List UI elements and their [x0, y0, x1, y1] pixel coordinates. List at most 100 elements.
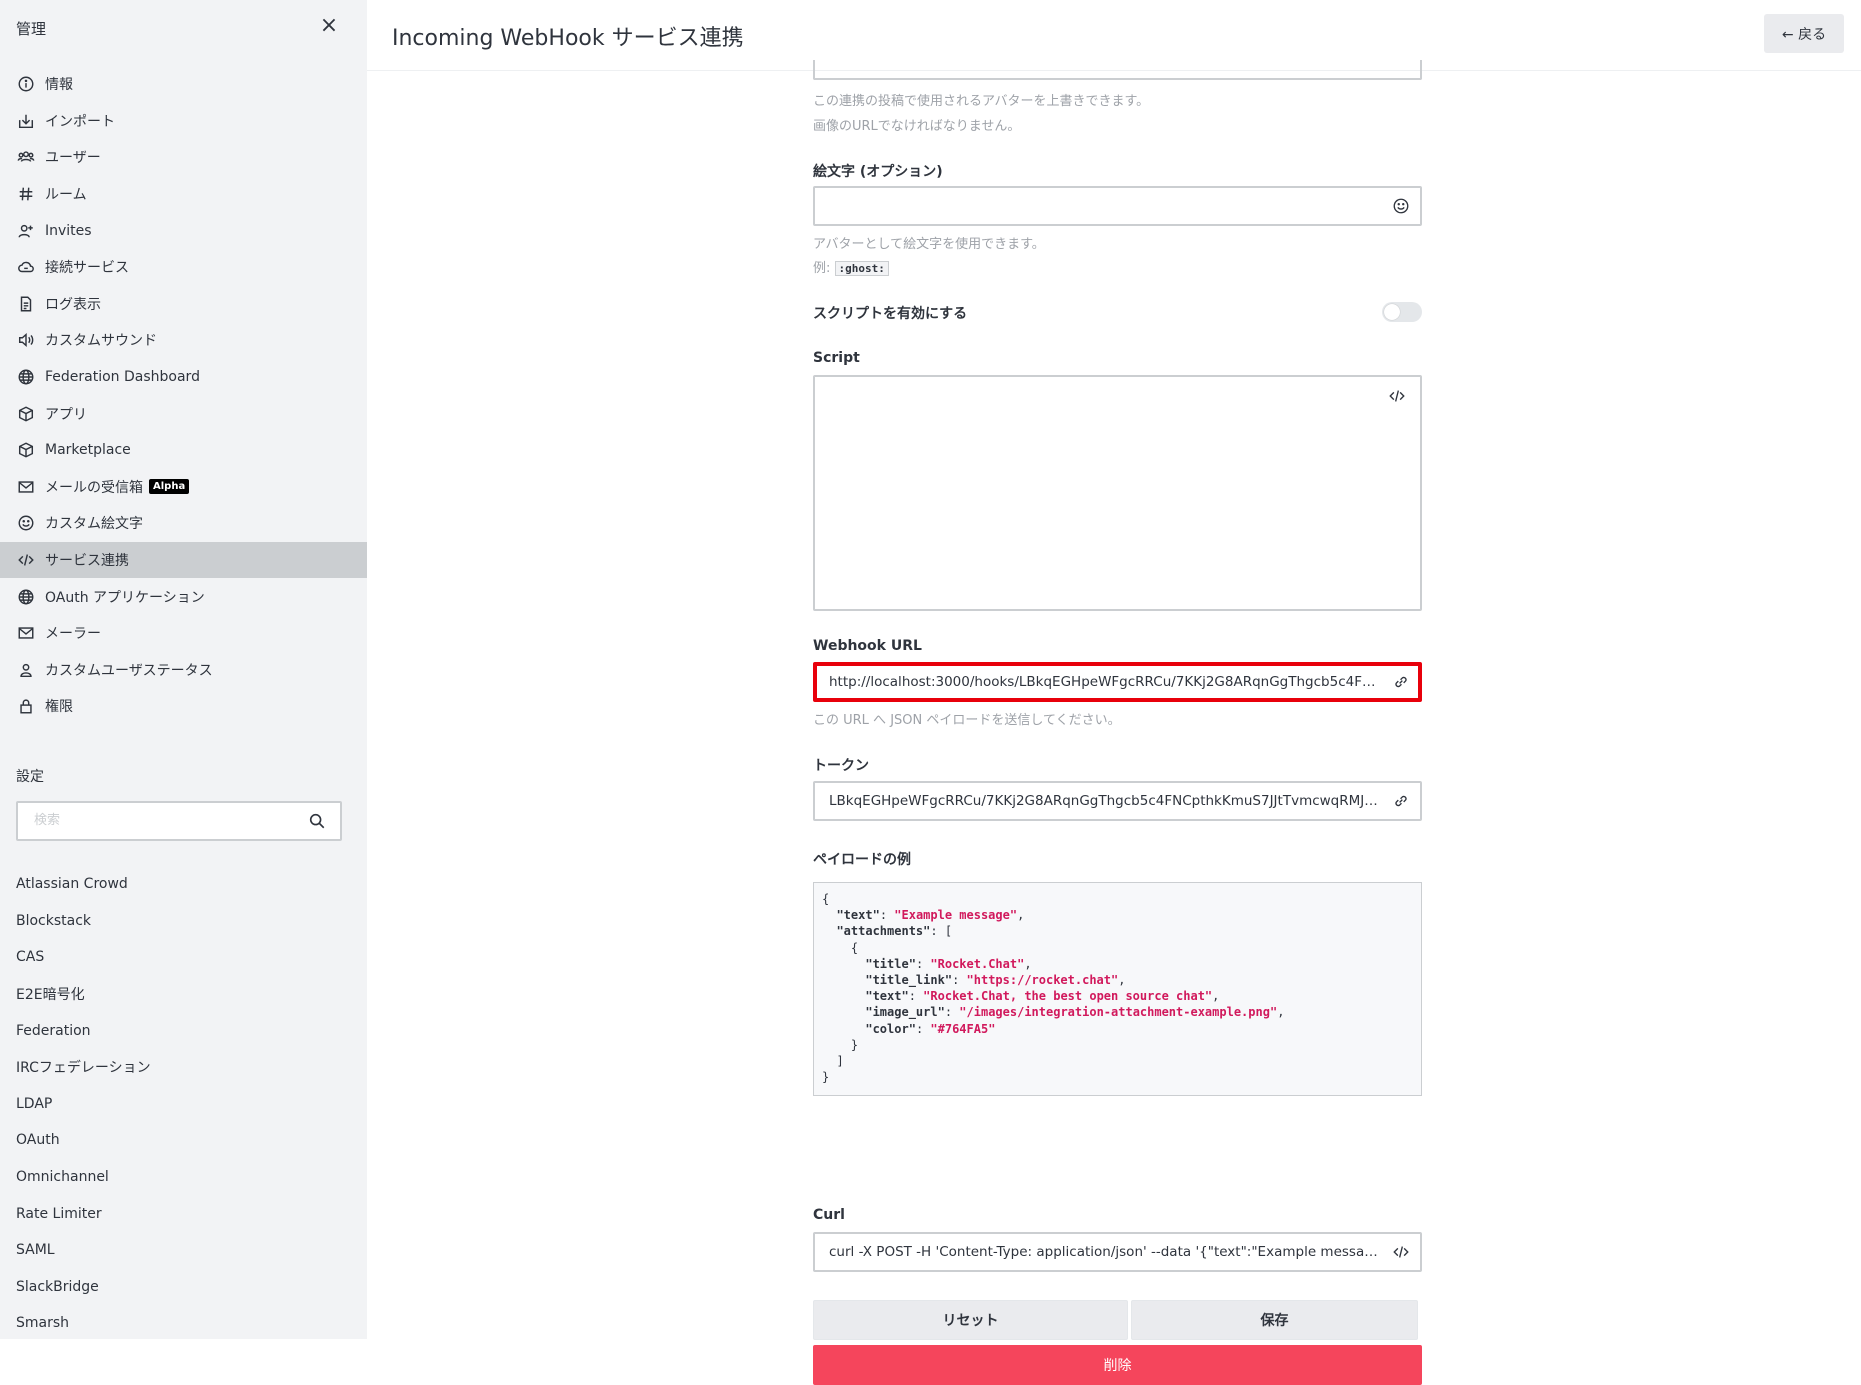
script-enable-toggle[interactable]	[1382, 302, 1422, 322]
sidebar-item-label: カスタム絵文字	[45, 516, 143, 533]
settings-item[interactable]: E2E暗号化	[0, 976, 367, 1013]
sidebar-item-custom-sounds[interactable]: カスタムサウンド	[0, 322, 367, 359]
settings-item[interactable]: SAML	[0, 1232, 367, 1269]
code-icon[interactable]	[1388, 387, 1406, 405]
sidebar-item-label: Invites	[45, 222, 92, 239]
speaker-icon	[16, 330, 36, 350]
delete-button[interactable]: 削除	[813, 1345, 1422, 1385]
sidebar-item-permissions[interactable]: 権限	[0, 688, 367, 725]
emoji-input[interactable]	[827, 196, 1371, 214]
curl-value: curl -X POST -H 'Content-Type: applicati…	[829, 1244, 1380, 1260]
sidebar-item-mailer[interactable]: メーラー	[0, 615, 367, 652]
sidebar-item-label: 権限	[45, 699, 73, 716]
token-field[interactable]: LBkqEGHpeWFgcRRCu/7KKj2G8ARqnGgThgcb5c4F…	[813, 781, 1422, 821]
sidebar-item-label: カスタムサウンド	[45, 333, 157, 350]
payload-image-url: "/images/integration-attachment-example.…	[959, 1005, 1278, 1020]
settings-item[interactable]: Atlassian Crowd	[0, 866, 367, 903]
emoji-example: 例: :ghost:	[813, 257, 889, 276]
curl-label: Curl	[813, 1207, 845, 1223]
close-icon[interactable]: ×	[318, 15, 340, 37]
settings-list: Atlassian Crowd Blockstack CAS E2E暗号化 Fe…	[0, 866, 367, 1339]
sidebar-item-federation-dashboard[interactable]: Federation Dashboard	[0, 359, 367, 396]
settings-item[interactable]: LDAP	[0, 1086, 367, 1123]
sidebar-item-label: ログ表示	[45, 296, 101, 313]
sidebar-item-label: メーラー	[45, 626, 101, 643]
settings-item[interactable]: IRCフェデレーション	[0, 1049, 367, 1086]
sidebar-item-apps[interactable]: アプリ	[0, 395, 367, 432]
emoji-label: 絵文字 (オプション)	[813, 164, 943, 180]
sidebar-item-users[interactable]: ユーザー	[0, 139, 367, 176]
cloud-icon	[16, 257, 36, 277]
payload-attachment-text: "Rocket.Chat, the best open source chat"	[923, 989, 1213, 1004]
info-icon	[16, 74, 36, 94]
search-icon[interactable]	[308, 812, 326, 830]
copy-icon[interactable]	[1392, 792, 1410, 810]
curl-field[interactable]: curl -X POST -H 'Content-Type: applicati…	[813, 1232, 1422, 1272]
reset-button[interactable]: リセット	[813, 1300, 1128, 1340]
sidebar-item-rooms[interactable]: ルーム	[0, 176, 367, 213]
settings-heading: 設定	[16, 769, 44, 785]
settings-item[interactable]: Rate Limiter	[0, 1195, 367, 1232]
payload-title-link: "https://rocket.chat"	[966, 973, 1119, 988]
sidebar-item-oauth-apps[interactable]: OAuth アプリケーション	[0, 578, 367, 615]
script-label: Script	[813, 350, 860, 366]
sidebar-item-label: ユーザー	[45, 150, 101, 167]
payload-label: ペイロードの例	[813, 852, 911, 868]
sidebar-item-email-inboxes[interactable]: メールの受信箱 Alpha	[0, 469, 367, 506]
settings-item[interactable]: CAS	[0, 939, 367, 976]
emoji-hint: アバターとして絵文字を使用できます。	[813, 237, 1045, 252]
sidebar-item-marketplace[interactable]: Marketplace	[0, 432, 367, 469]
emoji-field	[813, 186, 1422, 226]
alpha-badge: Alpha	[149, 479, 190, 495]
cube-icon	[16, 404, 36, 424]
globe-icon	[16, 367, 36, 387]
script-editor[interactable]	[813, 375, 1422, 611]
cube-icon	[16, 440, 36, 460]
admin-sidebar: 管理 × 情報 インポート ユーザー ルーム Invites 接続サービス ログ…	[0, 0, 367, 1339]
emoji-example-prefix: 例:	[813, 261, 831, 276]
lock-icon	[16, 696, 36, 716]
sidebar-item-label: Marketplace	[45, 442, 131, 459]
save-button[interactable]: 保存	[1131, 1300, 1418, 1340]
sidebar-item-import[interactable]: インポート	[0, 103, 367, 140]
sidebar-item-label: サービス連携	[45, 553, 129, 570]
webhook-hint: この URL へ JSON ペイロードを送信してください。	[813, 713, 1121, 728]
settings-search	[16, 801, 342, 841]
back-button[interactable]: ← 戻る	[1764, 14, 1844, 53]
globe-icon	[16, 587, 36, 607]
sidebar-item-invites[interactable]: Invites	[0, 212, 367, 249]
settings-item[interactable]: Smarsh	[0, 1305, 367, 1339]
sidebar-item-info[interactable]: 情報	[0, 66, 367, 103]
sidebar-item-integrations[interactable]: サービス連携	[0, 541, 367, 579]
settings-item[interactable]: SlackBridge	[0, 1269, 367, 1306]
token-label: トークン	[813, 758, 869, 774]
user-icon	[16, 660, 36, 680]
admin-nav: 情報 インポート ユーザー ルーム Invites 接続サービス ログ表示 カス…	[0, 66, 367, 725]
avatar-hint: この連携の投稿で使用されるアバターを上書きできます。	[813, 94, 1150, 109]
settings-item[interactable]: Blockstack	[0, 903, 367, 940]
settings-search-input[interactable]	[32, 812, 296, 829]
copy-icon[interactable]	[1392, 673, 1410, 691]
sidebar-item-label: インポート	[45, 113, 115, 130]
sidebar-item-label: 情報	[45, 77, 73, 94]
toggle-knob	[1384, 304, 1400, 320]
sidebar-item-label: OAuth アプリケーション	[45, 589, 205, 606]
settings-item[interactable]: Federation	[0, 1012, 367, 1049]
sidebar-item-label: Federation Dashboard	[45, 369, 200, 386]
avatar-url-field[interactable]	[813, 60, 1422, 80]
sidebar-item-custom-user-status[interactable]: カスタムユーザステータス	[0, 652, 367, 689]
emoji-icon[interactable]	[1392, 197, 1410, 215]
hashtag-icon	[16, 184, 36, 204]
sidebar-item-connected-services[interactable]: 接続サービス	[0, 249, 367, 286]
mail-icon	[16, 623, 36, 643]
page-title: Incoming WebHook サービス連携	[392, 26, 744, 51]
sidebar-item-custom-emoji[interactable]: カスタム絵文字	[0, 505, 367, 542]
webhook-url-field[interactable]: http://localhost:3000/hooks/LBkqEGHpeWFg…	[813, 662, 1422, 702]
document-icon	[16, 294, 36, 314]
sidebar-item-label: メールの受信箱	[45, 479, 143, 496]
code-icon[interactable]	[1392, 1243, 1410, 1261]
sidebar-item-logs[interactable]: ログ表示	[0, 286, 367, 323]
settings-item[interactable]: Omnichannel	[0, 1159, 367, 1196]
payload-color: "#764FA5"	[930, 1021, 996, 1036]
settings-item[interactable]: OAuth	[0, 1122, 367, 1159]
